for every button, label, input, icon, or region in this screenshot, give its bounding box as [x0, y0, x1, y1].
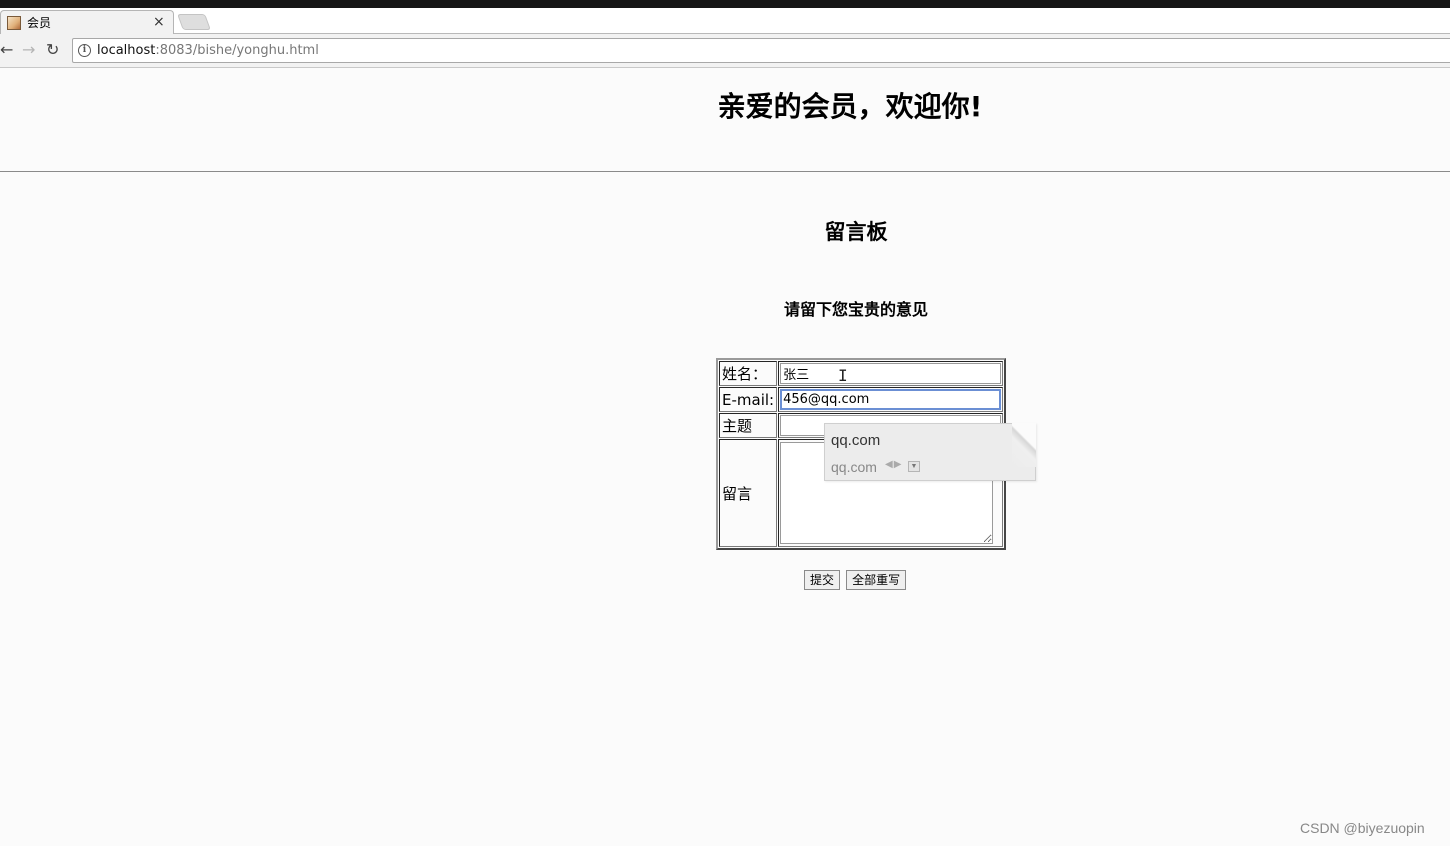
back-arrow-icon[interactable]: ← [0, 40, 13, 60]
forward-arrow-icon[interactable]: → [22, 40, 35, 60]
favicon-icon [7, 16, 21, 30]
page-curl-decoration [1012, 423, 1036, 467]
window-top-strip [0, 0, 1450, 8]
dropdown-icon[interactable]: ▼ [908, 461, 920, 472]
reload-icon[interactable]: ↻ [46, 40, 59, 60]
tab-title: 会员 [27, 16, 52, 30]
url-text[interactable]: localhost:8083/bishe/yonghu.html [97, 43, 319, 59]
address-bar[interactable]: i localhost:8083/bishe/yonghu.html [72, 38, 1450, 63]
autocomplete-typed-text[interactable]: qq.com [831, 432, 880, 449]
arrows-icon[interactable]: ◀▶ [885, 459, 902, 470]
name-label: 姓名： [719, 361, 778, 386]
url-path: :8083/bishe/yonghu.html [155, 43, 319, 58]
browser-toolbar: ← → ↻ i localhost:8083/bishe/yonghu.html [0, 34, 1450, 68]
watermark: CSDN @biyezuopin [1300, 820, 1425, 836]
board-subtitle: 请留下您宝贵的意见 [783, 300, 928, 319]
tab-active[interactable]: 会员 × [0, 10, 174, 35]
tab-bar: 会员 × [0, 8, 1450, 35]
page-title: 亲爱的会员，欢迎你! [717, 90, 983, 123]
message-label: 留言 [719, 439, 778, 547]
close-icon[interactable]: × [153, 14, 165, 30]
name-field[interactable] [780, 363, 1002, 384]
autocomplete-popup[interactable]: qq.com qq.com ◀▶ ▼ [824, 423, 1036, 481]
email-label: E-mail: [719, 387, 778, 412]
text-cursor-icon: I [838, 366, 848, 385]
form-buttons: 提交 全部重写 [804, 569, 907, 590]
email-field[interactable] [780, 389, 1002, 410]
new-tab-button[interactable] [177, 14, 211, 30]
board-title: 留言板 [824, 220, 888, 244]
subject-label: 主题 [719, 413, 778, 438]
info-icon[interactable]: i [78, 44, 91, 57]
url-host: localhost [97, 43, 156, 58]
divider [0, 171, 1450, 172]
autocomplete-suggestion[interactable]: qq.com [831, 459, 877, 475]
reset-button[interactable]: 全部重写 [846, 570, 907, 590]
submit-button[interactable]: 提交 [804, 570, 841, 590]
